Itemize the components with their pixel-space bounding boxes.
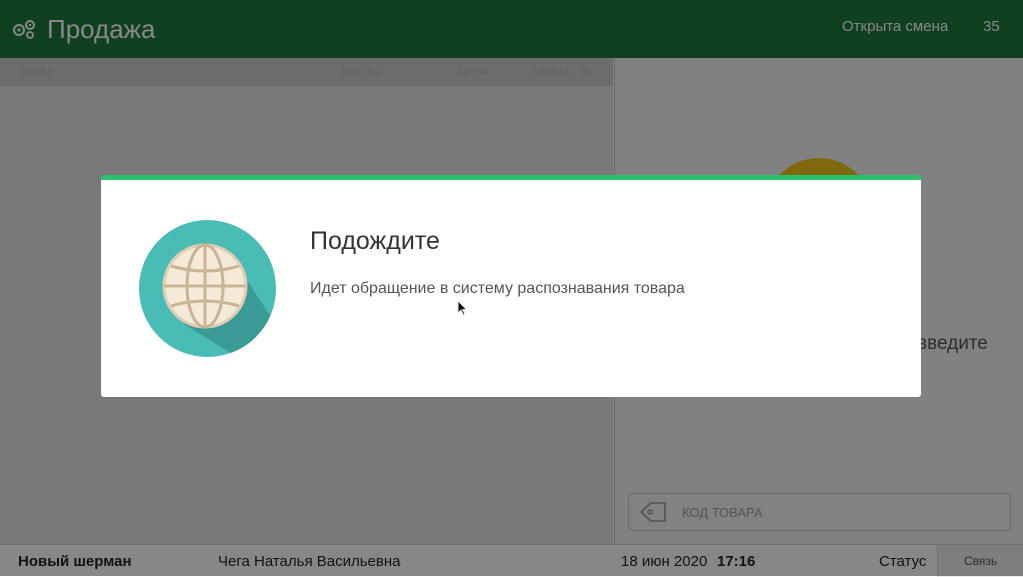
dialog-title: Подождите <box>310 227 440 255</box>
globe-icon <box>139 220 276 357</box>
wait-dialog: Подождите Идет обращение в систему распо… <box>101 175 921 397</box>
dialog-message: Идет обращение в систему распознавания т… <box>310 280 685 297</box>
mouse-cursor-icon <box>457 300 467 316</box>
